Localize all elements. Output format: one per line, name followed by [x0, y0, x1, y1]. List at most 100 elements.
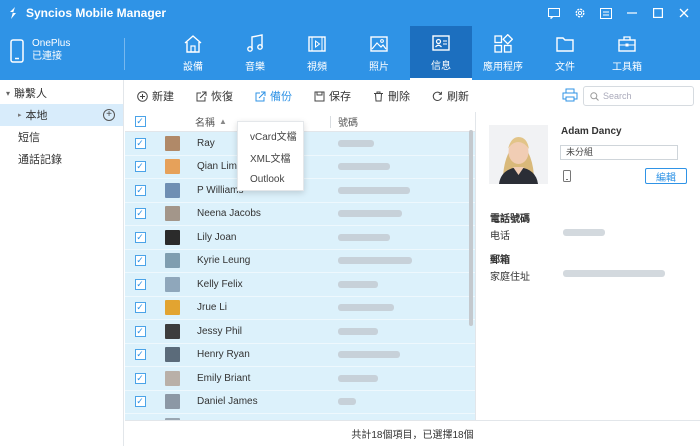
menu-icon[interactable]	[598, 5, 614, 21]
button-label: 恢復	[211, 91, 233, 103]
contact-avatar	[165, 135, 180, 151]
sidebar-group-contacts[interactable]: ▾ 聯繫人	[0, 82, 123, 104]
main-nav-bar: OnePlus 已連接 設備 音樂 視頻 照片 信息 應用程序 文件 工具箱	[0, 26, 700, 80]
menu-item-xml[interactable]: XML文檔	[238, 146, 303, 168]
phone-section-title: 電話號碼	[490, 214, 530, 225]
row-checkbox[interactable]: ✓	[134, 208, 146, 220]
table-row[interactable]: ✓ Henry Ryan	[125, 343, 475, 367]
tab-label: 信息	[431, 60, 451, 72]
sidebar-item-local[interactable]: ▸ 本地 +	[0, 104, 123, 126]
sidebar-item-label: 短信	[18, 132, 40, 144]
tab-music[interactable]: 音樂	[224, 26, 286, 80]
row-checkbox[interactable]: ✓	[134, 396, 146, 408]
tab-label: 音樂	[245, 61, 265, 73]
tab-messages[interactable]: 信息	[410, 26, 472, 80]
delete-button[interactable]: 刪除	[373, 88, 410, 104]
selection-status: 共計18個項目，已選擇18個	[351, 430, 474, 441]
chat-icon[interactable]	[546, 5, 562, 21]
address-value	[563, 270, 665, 277]
app-logo-icon	[10, 7, 16, 19]
app-title: Syncios Mobile Manager	[26, 6, 167, 20]
menu-item-vcard[interactable]: vCard文檔	[238, 124, 303, 146]
menu-item-outlook[interactable]: Outlook	[238, 168, 303, 190]
row-checkbox[interactable]: ✓	[134, 161, 146, 173]
photo-icon	[370, 35, 388, 52]
add-group-icon[interactable]: +	[103, 109, 115, 121]
row-checkbox[interactable]: ✓	[134, 372, 146, 384]
contact-group-field[interactable]: 未分組	[560, 145, 678, 160]
phone-value	[563, 229, 605, 236]
contact-phone-cell	[338, 398, 356, 406]
sort-arrow-icon[interactable]: ▲	[219, 117, 227, 126]
row-checkbox[interactable]: ✓	[134, 325, 146, 337]
column-divider	[330, 116, 331, 128]
contact-phone-cell	[338, 233, 390, 241]
save-button[interactable]: 保存	[314, 88, 351, 104]
search-input[interactable]: Search	[583, 86, 694, 106]
table-row[interactable]: ✓ Lily Joan	[125, 226, 475, 250]
contact-phone-cell	[338, 374, 378, 382]
row-checkbox[interactable]: ✓	[134, 278, 146, 290]
row-checkbox[interactable]: ✓	[134, 302, 146, 314]
tab-label: 視頻	[307, 61, 327, 73]
column-header-phone[interactable]: 號碼	[338, 114, 358, 129]
tab-label: 文件	[555, 61, 575, 73]
phone-label: 电话	[490, 231, 510, 242]
backup-dropdown-menu: vCard文檔 XML文檔 Outlook	[237, 121, 304, 191]
row-checkbox[interactable]: ✓	[134, 255, 146, 267]
phone-icon	[10, 38, 24, 63]
close-icon[interactable]	[676, 5, 692, 21]
home-icon	[184, 34, 202, 53]
contact-avatar	[165, 229, 180, 245]
table-row[interactable]: ✓ Jrue Li	[125, 296, 475, 320]
table-row[interactable]: ✓ Emily Briant	[125, 367, 475, 391]
toolbox-icon	[618, 35, 636, 52]
sidebar: ▾ 聯繫人 ▸ 本地 + 短信 通話記錄	[0, 80, 124, 446]
edit-button[interactable]: 編輯	[645, 168, 687, 184]
settings-gear-icon[interactable]	[572, 5, 588, 21]
row-checkbox[interactable]: ✓	[134, 137, 146, 149]
tab-apps[interactable]: 應用程序	[472, 26, 534, 80]
row-checkbox[interactable]: ✓	[134, 231, 146, 243]
table-row[interactable]: ✓ Kelly Felix	[125, 273, 475, 297]
maximize-icon[interactable]	[650, 5, 666, 21]
sidebar-item-label: 通話記錄	[18, 154, 62, 166]
contact-phone-cell	[338, 257, 412, 265]
device-icon	[563, 170, 571, 182]
tab-device[interactable]: 設備	[162, 26, 224, 80]
refresh-button[interactable]: 刷新	[432, 88, 469, 104]
sidebar-item-call-log[interactable]: 通話記錄	[0, 148, 123, 170]
contact-avatar	[165, 253, 180, 269]
sidebar-item-label: 本地	[25, 110, 48, 122]
save-icon	[314, 91, 325, 101]
minimize-icon[interactable]	[624, 5, 640, 21]
backup-button[interactable]: 備份	[255, 88, 292, 104]
select-all-checkbox[interactable]: ✓	[134, 116, 146, 127]
tab-photo[interactable]: 照片	[348, 26, 410, 80]
table-row[interactable]: ✓ Kyrie Leung	[125, 249, 475, 273]
tab-video[interactable]: 視頻	[286, 26, 348, 80]
tab-files[interactable]: 文件	[534, 26, 596, 80]
column-header-name[interactable]: 名稱	[195, 114, 215, 129]
table-row[interactable]: ✓ Neena Jacobs	[125, 202, 475, 226]
contact-avatar	[165, 206, 180, 222]
tab-toolbox[interactable]: 工具箱	[596, 26, 658, 80]
device-info[interactable]: OnePlus 已連接	[10, 38, 70, 63]
contact-name-cell: Emily Briant	[197, 372, 251, 384]
table-row[interactable]: ✓ Daniel James	[125, 390, 475, 414]
row-checkbox[interactable]: ✓	[134, 184, 146, 196]
table-row[interactable]: ✓ Jessy Phil	[125, 320, 475, 344]
sidebar-item-sms[interactable]: 短信	[0, 126, 123, 148]
tab-label: 應用程序	[483, 61, 523, 73]
restore-icon	[196, 91, 207, 101]
button-label: 新建	[152, 91, 174, 103]
printer-icon[interactable]	[562, 88, 578, 102]
table-scrollbar[interactable]	[469, 130, 473, 326]
new-button[interactable]: 新建	[137, 88, 174, 104]
restore-button[interactable]: 恢復	[196, 88, 233, 104]
status-bar: 共計18個項目，已選擇18個	[125, 420, 700, 446]
row-checkbox[interactable]: ✓	[134, 349, 146, 361]
tab-label: 工具箱	[612, 61, 642, 73]
contact-avatar	[165, 394, 180, 410]
button-label: 刷新	[447, 91, 469, 103]
